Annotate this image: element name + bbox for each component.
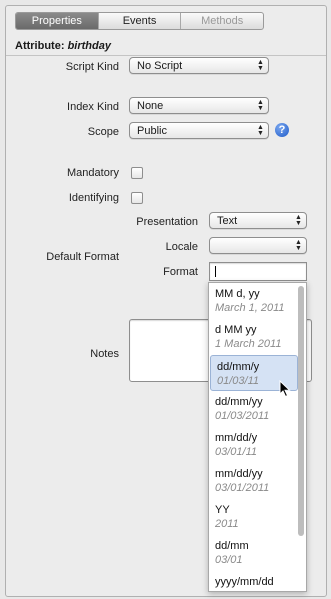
index-kind-label: Index Kind bbox=[67, 101, 119, 113]
updown-arrows-icon: ▲ ▼ bbox=[257, 99, 264, 112]
identifying-label: Identifying bbox=[68, 192, 119, 204]
format-label: Format bbox=[163, 266, 198, 278]
format-option[interactable]: mm/dd/y 03/01/11 bbox=[209, 427, 306, 463]
updown-arrows-icon: ▲ ▼ bbox=[257, 59, 264, 72]
locale-select[interactable]: ▲ ▼ bbox=[209, 237, 307, 254]
format-pattern: MM d, yy bbox=[215, 288, 260, 300]
format-option[interactable]: YY 2011 bbox=[209, 499, 306, 535]
text-caret bbox=[215, 266, 216, 277]
format-option[interactable]: d MM yy 1 March 2011 bbox=[209, 319, 306, 355]
attribute-title: Attribute: birthday bbox=[15, 40, 111, 52]
locale-label: Locale bbox=[165, 241, 198, 253]
format-pattern: dd/mm/yy bbox=[215, 396, 263, 408]
format-option[interactable]: MM d, yy March 1, 2011 bbox=[209, 283, 306, 319]
format-pattern: yyyy/mm/dd bbox=[215, 576, 274, 588]
help-icon[interactable]: ? bbox=[275, 123, 289, 137]
format-option[interactable]: dd/mm 03/01 bbox=[209, 535, 306, 571]
tab-properties[interactable]: Properties bbox=[16, 13, 99, 29]
mouse-pointer-icon bbox=[279, 380, 291, 398]
format-example: 01/03/2011 bbox=[215, 410, 270, 422]
format-pattern: mm/dd/yy bbox=[215, 468, 263, 480]
format-example: 2011 bbox=[215, 518, 239, 530]
format-pattern: dd/mm bbox=[215, 540, 249, 552]
format-pattern: YY bbox=[215, 504, 230, 516]
updown-arrows-icon: ▲ ▼ bbox=[257, 124, 264, 137]
script-kind-select[interactable]: No Script ▲ ▼ bbox=[129, 57, 269, 74]
identifying-checkbox[interactable] bbox=[131, 192, 143, 204]
format-dropdown[interactable]: MM d, yy March 1, 2011 d MM yy 1 March 2… bbox=[208, 282, 307, 592]
updown-arrows-icon: ▲ ▼ bbox=[295, 239, 302, 252]
tab-events[interactable]: Events bbox=[99, 13, 182, 29]
format-example: 1 March 2011 bbox=[215, 338, 282, 350]
default-format-label: Default Format bbox=[46, 251, 119, 263]
format-pattern: mm/dd/y bbox=[215, 432, 258, 444]
divider bbox=[6, 55, 326, 56]
presentation-select[interactable]: Text ▲ ▼ bbox=[209, 212, 307, 229]
dropdown-scrollbar[interactable] bbox=[298, 286, 304, 536]
format-option[interactable]: dd/mm/yy 01/03/2011 bbox=[209, 391, 306, 427]
format-example: 03/01 bbox=[215, 554, 243, 566]
script-kind-value: No Script bbox=[137, 60, 183, 72]
presentation-label: Presentation bbox=[136, 216, 198, 228]
presentation-value: Text bbox=[217, 215, 238, 227]
mandatory-label: Mandatory bbox=[67, 167, 119, 179]
mandatory-checkbox[interactable] bbox=[131, 167, 143, 179]
updown-arrows-icon: ▲ ▼ bbox=[295, 214, 302, 227]
format-option[interactable]: mm/dd/yy 03/01/2011 bbox=[209, 463, 306, 499]
tab-methods: Methods bbox=[201, 15, 244, 27]
scope-label: Scope bbox=[87, 126, 119, 138]
format-example: 03/01/2011 bbox=[215, 482, 270, 494]
script-kind-label: Script Kind bbox=[65, 61, 119, 73]
format-example: March 1, 2011 bbox=[215, 302, 285, 314]
index-kind-select[interactable]: None ▲ ▼ bbox=[129, 97, 269, 114]
format-pattern: d MM yy bbox=[215, 324, 257, 336]
index-kind-value: None bbox=[137, 100, 164, 112]
format-option[interactable]: yyyy/mm/dd bbox=[209, 571, 306, 591]
notes-label: Notes bbox=[90, 348, 119, 360]
tab-bar: Properties Events Methods bbox=[15, 12, 264, 30]
scope-value: Public bbox=[137, 125, 167, 137]
format-pattern: dd/mm/y bbox=[217, 361, 260, 373]
attribute-prefix: Attribute: bbox=[15, 40, 65, 52]
format-input[interactable] bbox=[209, 262, 307, 281]
scope-select[interactable]: Public ▲ ▼ bbox=[129, 122, 269, 139]
format-example: 03/01/11 bbox=[215, 446, 258, 458]
attribute-name: birthday bbox=[67, 40, 111, 52]
